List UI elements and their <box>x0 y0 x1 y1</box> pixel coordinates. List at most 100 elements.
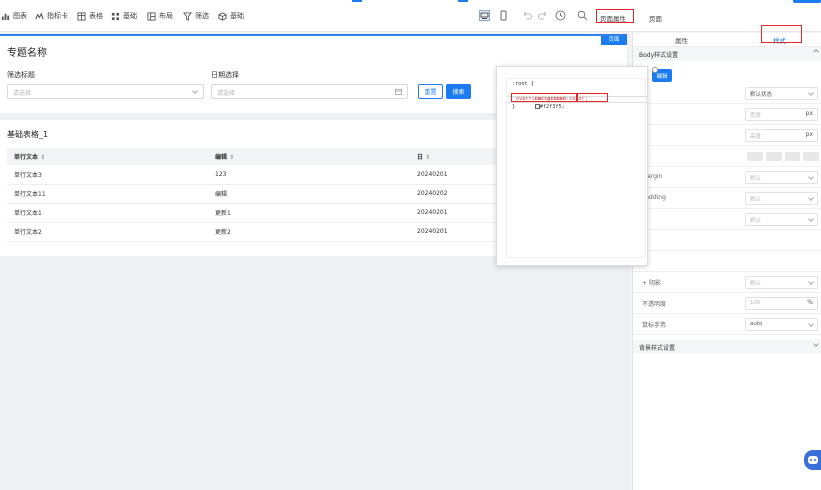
table-cell: 编辑 <box>215 191 228 198</box>
shadow-row: + 阴影 默认 <box>633 272 821 293</box>
cursor-highlight <box>577 93 608 102</box>
table-cell: 单行文本1 <box>14 210 42 217</box>
unit-label: % <box>807 299 813 306</box>
toolbar-item-layout[interactable]: 布局 <box>147 9 173 23</box>
font-row: 默认 <box>633 209 821 230</box>
align-left-icon[interactable] <box>747 152 763 161</box>
column-label: 日 <box>417 154 424 161</box>
tab-indicator <box>458 0 468 2</box>
table-header-cell[interactable]: 编辑 ⇕ <box>208 148 410 165</box>
toolbar-item-label: 基础 <box>123 12 137 20</box>
table-header-cell[interactable]: 单行文本 ⇕ <box>7 148 208 165</box>
reset-button[interactable]: 重置 <box>418 84 443 99</box>
align-center-icon[interactable] <box>765 152 782 161</box>
section-title: Body样式设置 <box>639 52 679 59</box>
align-justify-icon[interactable] <box>803 152 819 161</box>
table-cell: 20240201 <box>417 209 448 216</box>
css-editor-popup[interactable]: :root { background-color: #f2f3f5; overf… <box>496 66 672 266</box>
table-row[interactable]: 单行文本1 更新1 20240201 <box>7 203 497 222</box>
page-badge: 页面 <box>601 36 627 45</box>
toolbar-item-label: 筛选 <box>195 12 209 20</box>
table-row[interactable]: 单行文本11 编辑 20240202 <box>7 184 497 203</box>
filter-label-1: 筛选标题 <box>7 71 35 79</box>
filter-label-2: 日期选择 <box>211 71 239 79</box>
toolbar-item-filter[interactable]: 筛选 <box>183 9 209 23</box>
background-row <box>633 251 821 272</box>
toolbar-item-label: 基础 <box>230 12 244 20</box>
close-icon[interactable] <box>652 67 658 73</box>
page-props-button[interactable]: 页面属性 <box>600 11 626 25</box>
shadow-select[interactable]: 默认 <box>745 276 818 289</box>
chevron-down-icon <box>808 195 814 201</box>
tab-props[interactable]: 属性 <box>675 35 688 45</box>
mobile-icon[interactable] <box>498 10 509 21</box>
table-row[interactable]: 单行文本2 更新2 20240201 <box>7 222 497 241</box>
css-value: #f2f3f5; <box>539 103 565 110</box>
select-value: auto <box>750 321 763 327</box>
filter-select-placeholder: 请选择 <box>13 90 32 97</box>
top-right-accent <box>793 0 821 3</box>
toolbar-item-label: 表格 <box>89 12 103 20</box>
margin-select[interactable]: 默认 <box>745 171 818 184</box>
filter-icon <box>183 11 192 21</box>
chevron-down-icon <box>808 90 814 96</box>
chevron-down-icon <box>813 341 819 347</box>
table-title: 基础表格_1 <box>7 130 49 139</box>
align-options[interactable] <box>747 152 819 161</box>
chart-icon <box>1 13 10 20</box>
table-cell: 单行文本3 <box>14 171 42 179</box>
chevron-down-icon <box>808 174 814 180</box>
search-button[interactable]: 搜索 <box>446 84 471 99</box>
toolbar-item-basic2[interactable]: 基础 <box>218 9 244 23</box>
toolbar-item-basic[interactable]: 基础 <box>111 9 137 23</box>
sort-icon: ⇕ <box>229 154 235 161</box>
overflow-line-highlight <box>511 93 577 102</box>
chevron-down-icon <box>192 88 198 94</box>
opacity-row: 不透明度 100% <box>633 293 821 314</box>
cursor-label: 鼠标手势 <box>642 322 667 329</box>
width-row: 宽度 px <box>633 104 821 125</box>
table-row[interactable]: 单行文本3 123 20240201 <box>7 165 497 184</box>
desktop-icon[interactable] <box>479 10 490 21</box>
undo-icon[interactable] <box>521 10 532 21</box>
input-placeholder: 宽度 <box>750 113 762 119</box>
code-editor[interactable]: :root { background-color: #f2f3f5; overf… <box>506 78 647 258</box>
align-right-icon[interactable] <box>784 152 801 161</box>
assistant-bot-button[interactable] <box>804 450 821 470</box>
toolbar-item-metric[interactable]: 指标卡 <box>35 9 68 23</box>
width-input[interactable]: 宽度 px <box>745 108 818 121</box>
redo-icon[interactable] <box>538 10 549 21</box>
section-title: 背景样式设置 <box>639 345 676 352</box>
padding-select[interactable]: 默认 <box>745 192 818 205</box>
toolbar-item-table[interactable]: 表格 <box>77 9 103 23</box>
font-select[interactable]: 默认 <box>745 213 818 226</box>
height-input[interactable]: 高度 px <box>745 129 818 142</box>
state-row: 默认状态 <box>633 83 821 104</box>
select-value: 默认 <box>750 218 762 224</box>
chevron-down-icon <box>808 321 814 327</box>
table-header-cell[interactable]: 日 ⇕ <box>410 148 497 165</box>
toolbar-item-chart[interactable]: 图表 <box>1 9 27 23</box>
select-value: 默认 <box>750 176 762 182</box>
filter-select-1[interactable]: 请选择 <box>7 84 204 99</box>
border-row <box>633 230 821 251</box>
robot-icon <box>808 456 818 464</box>
chevron-up-icon <box>813 49 819 55</box>
column-label: 编辑 <box>215 154 228 161</box>
search-icon[interactable] <box>577 10 588 21</box>
shadow-label-text: 阴影 <box>648 280 661 287</box>
body-section-header[interactable]: Body样式设置 <box>633 47 821 61</box>
cursor-select[interactable]: auto <box>745 318 818 331</box>
opacity-input[interactable]: 100% <box>745 297 818 310</box>
history-icon[interactable] <box>555 10 566 21</box>
table-cell: 20240202 <box>417 190 448 197</box>
date-picker[interactable]: 请选择 <box>211 84 408 99</box>
align-row <box>633 146 821 167</box>
tab-indicator <box>352 0 362 2</box>
bg-section-header[interactable]: 背景样式设置 <box>633 340 821 354</box>
table-cell: 123 <box>215 170 227 178</box>
page-button[interactable]: 页面 <box>649 11 662 25</box>
state-select[interactable]: 默认状态 <box>745 87 818 100</box>
table-cell: 20240201 <box>417 228 448 235</box>
toolbar: 图表 指标卡 表格 基础 布局 筛选 基础 页面属性 页面 <box>0 0 821 32</box>
